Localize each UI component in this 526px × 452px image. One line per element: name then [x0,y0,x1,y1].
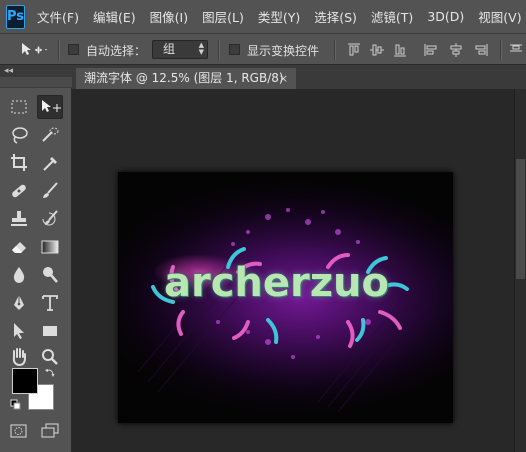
rect-marquee-icon [11,100,27,114]
divider [334,40,336,60]
menu-edit[interactable]: 编辑(E) [93,7,136,26]
document-tab-bar: 潮流字体 @ 12.5% (图层 1, RGB/8) × [72,65,526,89]
scrollbar-thumb[interactable] [516,159,525,279]
vertical-scrollbar[interactable] [514,89,526,452]
menu-filter[interactable]: 滤镜(T) [371,7,413,26]
zoom-tool[interactable] [37,345,63,369]
align-top-icon[interactable] [347,43,361,57]
align-hcenter-icon[interactable] [449,43,463,57]
distribute-top-icon[interactable] [509,43,523,57]
foreground-color-swatch[interactable] [12,368,38,394]
eraser-icon [12,242,26,253]
show-transform-label: 显示变换控件 [247,44,320,58]
blur-icon [13,267,25,283]
rectangle-shape-tool[interactable] [37,319,63,343]
eyedropper-icon [43,157,57,171]
brush-icon [43,182,58,198]
tool-preset-picker[interactable] [20,41,48,59]
clone-stamp-icon [11,211,27,226]
auto-select-value: 组 [163,42,176,56]
artwork-text: archerzuo [164,260,389,306]
quick-mask-button[interactable] [6,419,32,443]
move-tool-icon [22,43,47,55]
gradient-icon [41,240,59,254]
path-select-icon [14,323,24,339]
auto-select-label: 自动选择： [86,44,147,58]
gradient-tool[interactable] [37,235,63,259]
hand-icon [12,348,26,367]
move-icon [42,100,61,112]
menu-type[interactable]: 类型(Y) [258,7,300,26]
rect-marquee-tool[interactable] [6,95,32,119]
auto-select-dropdown[interactable]: 组 ▲ ▼ [152,40,208,59]
type-icon [42,295,58,311]
eyedropper-tool[interactable] [37,151,63,175]
panel-grip[interactable] [0,77,72,88]
quick-mask-icon [10,424,27,438]
options-bar: 自动选择： 组 ▲ ▼ 显示变换控件 [0,33,526,65]
screen-mode-icon [41,423,59,438]
quick-select-tool[interactable] [37,123,63,147]
panel-collapse-button[interactable]: ◂◂ [0,65,72,77]
dodge-tool[interactable] [37,263,63,287]
document-tab[interactable]: 潮流字体 @ 12.5% (图层 1, RGB/8) × [76,68,296,89]
divider [500,40,502,60]
zoom-icon [42,349,58,365]
menu-select[interactable]: 选择(S) [314,7,357,26]
dodge-icon [43,267,58,283]
history-brush-tool[interactable] [37,207,63,231]
healing-brush-tool[interactable] [6,179,32,203]
crop-icon [11,154,27,171]
healing-brush-icon [12,184,26,198]
menu-file[interactable]: 文件(F) [37,7,79,26]
eraser-tool[interactable] [6,235,32,259]
auto-select-checkbox[interactable] [68,44,79,55]
divider [218,40,220,60]
brush-tool[interactable] [37,179,63,203]
align-right-icon[interactable] [474,43,488,57]
pen-tool[interactable] [6,291,32,315]
blur-tool[interactable] [6,263,32,287]
clone-stamp-tool[interactable] [6,207,32,231]
path-select-tool[interactable] [6,319,32,343]
document-tab-title: 潮流字体 @ 12.5% (图层 1, RGB/8) [84,71,284,85]
stepper-arrows-icon: ▲ ▼ [198,41,204,56]
crop-tool[interactable] [6,151,32,175]
close-tab-icon[interactable]: × [279,68,288,89]
align-bottom-icon[interactable] [393,43,407,57]
menu-view[interactable]: 视图(V) [478,7,521,26]
show-transform-checkbox[interactable] [229,44,240,55]
menu-3d[interactable]: 3D(D) [427,9,464,24]
history-brush-icon [42,210,58,226]
app-logo: Ps [6,4,26,29]
menu-bar: Ps 文件(F) 编辑(E) 图像(I) 图层(L) 类型(Y) 选择(S) 滤… [0,0,526,33]
divider [58,40,60,60]
lasso-icon [12,127,28,144]
lasso-tool[interactable] [6,123,32,147]
screen-mode-button[interactable] [37,419,63,443]
align-vcenter-icon[interactable] [370,43,384,57]
document-canvas[interactable]: archerzuo [118,172,453,423]
pen-icon [14,295,24,310]
move-tool[interactable] [37,95,63,119]
menu-layer[interactable]: 图层(L) [202,7,244,26]
menu-image[interactable]: 图像(I) [150,7,188,26]
tools-panel [0,77,72,452]
type-tool[interactable] [37,291,63,315]
rectangle-shape-icon [43,326,57,336]
default-colors-icon[interactable] [10,399,22,411]
swap-colors-icon[interactable] [44,367,56,379]
align-left-icon[interactable] [424,43,438,57]
quick-select-icon [42,127,59,142]
hand-tool[interactable] [6,345,32,369]
